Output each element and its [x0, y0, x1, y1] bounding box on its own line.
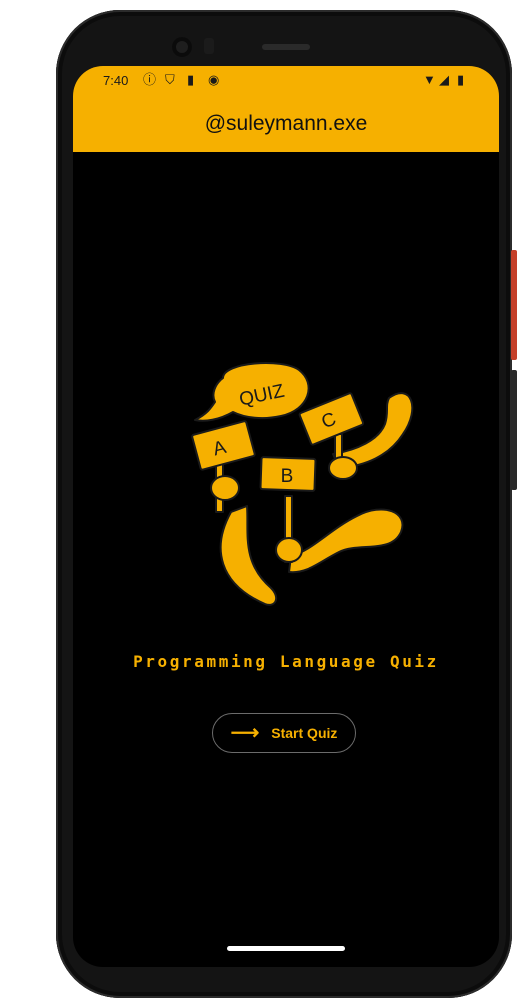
signal-icon: ◢ — [439, 72, 449, 87]
phone-screen: 7:40 ⓘ ⛉ ▮ ◉ ▼ ◢ ▮ @suleymann.exe QUIZ A… — [73, 66, 499, 967]
sim-icon: ▮ — [187, 72, 195, 87]
info-icon: ⓘ — [143, 72, 157, 87]
arrow-right-icon: ⟶ — [230, 722, 260, 744]
illustration-labels: QUIZ A B C — [211, 381, 340, 487]
proximity-sensor — [204, 38, 214, 54]
sign-b-label: B — [281, 466, 294, 487]
status-bar: 7:40 ⓘ ⛉ ▮ ◉ ▼ ◢ ▮ — [73, 66, 499, 96]
quiz-title: Programming Language Quiz — [133, 652, 439, 671]
power-button — [511, 250, 517, 360]
app-bar-title: @suleymann.exe — [204, 112, 368, 135]
volume-button — [511, 370, 517, 490]
front-camera — [172, 37, 192, 57]
gesture-nav-handle[interactable] — [227, 946, 345, 951]
sign-c-label: C — [319, 409, 340, 434]
shield-icon: ⛉ — [165, 72, 175, 87]
start-quiz-label: Start Quiz — [271, 725, 338, 741]
app-icon: ◉ — [208, 72, 220, 87]
bubble-text: QUIZ — [237, 381, 286, 411]
sign-a-label: A — [211, 437, 229, 461]
wifi-icon: ▼ — [423, 72, 436, 87]
app-bar: @suleymann.exe — [73, 96, 499, 152]
battery-icon: ▮ — [457, 72, 465, 87]
earpiece-speaker — [262, 44, 310, 50]
status-time: 7:40 — [103, 73, 129, 88]
start-quiz-button[interactable]: ⟶ Start Quiz — [212, 713, 356, 753]
